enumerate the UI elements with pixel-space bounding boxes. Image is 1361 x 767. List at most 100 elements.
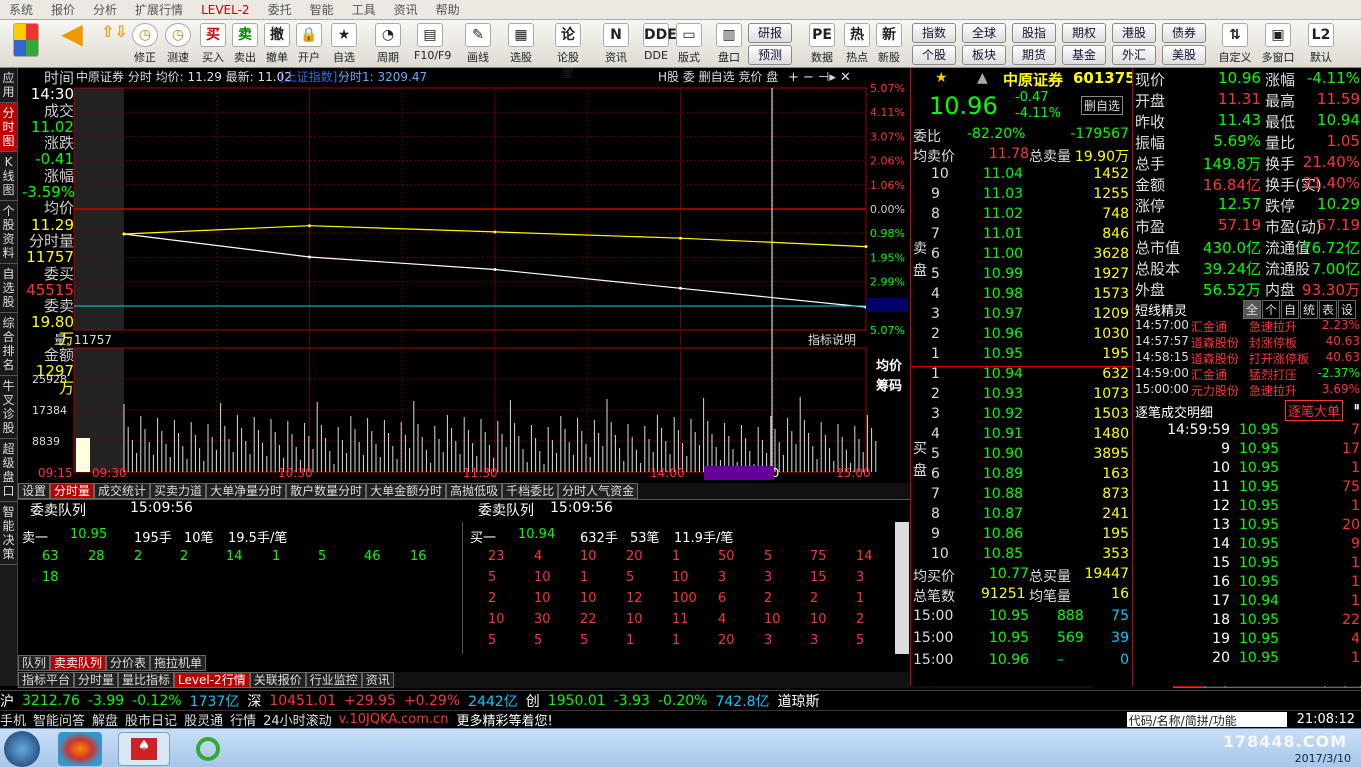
arrow-updown-icon[interactable]: ⇧⇩ [98, 22, 130, 66]
toolbar-btn-4[interactable]: ★ 自选股 [328, 22, 360, 80]
menu-item-9[interactable]: 帮助 [427, 1, 469, 18]
menu-item-0[interactable]: 系统 [0, 1, 42, 18]
sub-tab-0[interactable]: 设置 [18, 483, 51, 499]
sprite-tab-3[interactable]: 统 [1300, 300, 1319, 319]
ie-icon[interactable] [186, 732, 230, 766]
toolbar-btn-9[interactable]: 论论股堂 [552, 22, 584, 80]
sprite-tab-5[interactable]: 设 [1338, 300, 1357, 319]
status-item-5[interactable]: 行情 [230, 710, 256, 729]
sub-tab-6[interactable]: 大单金额分时 [366, 483, 447, 499]
market-btn-1[interactable]: 全球 [962, 23, 1006, 43]
market-btn-5[interactable]: 债券 [1162, 23, 1206, 43]
status-item-3[interactable]: 股市日记 [125, 710, 177, 729]
sub-tab-1[interactable]: 分时量 [50, 483, 95, 499]
sprite-row[interactable]: 14:57:57 道森股份 封涨停板 40.63 [1133, 334, 1361, 350]
toolbar-btn-10[interactable]: N 资讯 [600, 22, 632, 66]
menu-item-4[interactable]: LEVEL-2 [192, 3, 259, 17]
sub-tab-9[interactable]: 分时人气资金 [558, 483, 639, 499]
left-tab-1[interactable]: 分时图 [0, 103, 17, 152]
queue-tab-2[interactable]: 分价表 [106, 655, 151, 671]
toolbar-btn-7[interactable]: ✎ 画线 [462, 22, 494, 66]
market-btn-9[interactable]: 基金 [1062, 45, 1106, 65]
toolbar-btn-12[interactable]: ▭ 版式 [673, 22, 705, 66]
queue-tab-0[interactable]: 队列 [18, 655, 51, 671]
toolbar-btn-0[interactable]: 买买入 [197, 22, 229, 66]
big-order-btn[interactable]: 逐笔大单 [1285, 400, 1344, 421]
toolbar-btn-11[interactable]: DDE DDE [640, 22, 677, 66]
intraday-chart[interactable]: 中原证券 分时 均价: 11.29 最新: 11.02 [上证指数] 分时1: 32… [18, 68, 910, 482]
sprite-tab-2[interactable]: 自 [1281, 300, 1300, 319]
market-btn-3[interactable]: 期权 [1062, 23, 1106, 43]
left-tab-8[interactable]: 智能决策 [0, 502, 17, 565]
sub-tab-5[interactable]: 散户数量分时 [286, 483, 367, 499]
toolbar-btn-13[interactable]: ▥ 盘口 [713, 22, 745, 66]
left-tab-4[interactable]: 自选股 [0, 264, 17, 313]
toolbar-tail-2[interactable]: L2 默认 [1301, 22, 1341, 66]
toolbar-btn-1[interactable]: 卖卖出 [229, 22, 261, 66]
market-btn-7[interactable]: 板块 [962, 45, 1006, 65]
toolbar-extra-0[interactable]: ◷ 修正 [129, 22, 161, 66]
star-icon[interactable]: ★ [935, 70, 948, 86]
sprite-row[interactable]: 14:59:00 汇金通 猛烈打压 -2.37% [1133, 366, 1361, 382]
left-tab-0[interactable]: 应用 [0, 68, 17, 103]
toolbar-btn-14[interactable]: PE 数据 [806, 22, 838, 66]
left-tab-2[interactable]: K线图 [0, 152, 17, 201]
toolbar-btn-8[interactable]: ▦ 选股 [505, 22, 537, 66]
sprite-row[interactable]: 15:00:00 元力股份 急速拉升 3.69% [1133, 382, 1361, 398]
bottom-tab-2[interactable]: 量比指标 [118, 672, 175, 688]
left-tab-6[interactable]: 牛叉诊股 [0, 376, 17, 439]
sub-tab-4[interactable]: 大单净量分时 [206, 483, 287, 499]
toolbar-btn-5[interactable]: ◔ 周期 [372, 22, 404, 66]
menu-item-6[interactable]: 智能 [301, 1, 343, 18]
menu-item-1[interactable]: 报价 [42, 1, 84, 18]
queue-tab-1[interactable]: 卖卖队列 [50, 655, 107, 671]
queue-tab-3[interactable]: 拖拉机单 [150, 655, 207, 671]
sprite-tab-1[interactable]: 个 [1262, 300, 1281, 319]
status-site[interactable]: v.10JQKA.com.cn [339, 712, 449, 727]
remove-watchlist-btn[interactable]: 删自选 [1081, 96, 1124, 115]
sprite-tab-0[interactable]: 全 [1243, 300, 1262, 319]
status-item-4[interactable]: 股灵通 [184, 710, 223, 729]
toolbar-extra-1[interactable]: ◷ 测速 [162, 22, 194, 66]
bottom-tab-5[interactable]: 行业监控 [305, 672, 362, 688]
menu-item-5[interactable]: 委托 [259, 1, 301, 18]
forecast-btn[interactable]: 预测 [748, 45, 792, 65]
toolbar-btn-16[interactable]: 新新股 [873, 22, 905, 66]
sub-tab-2[interactable]: 成交统计 [94, 483, 151, 499]
pause-icon[interactable]: ⏸ [1354, 400, 1361, 415]
bell-icon[interactable]: ▲ [977, 70, 988, 86]
menu-item-7[interactable]: 工具 [343, 1, 385, 18]
sub-tab-7[interactable]: 高抛低吸 [446, 483, 503, 499]
back-arrow-icon[interactable]: ◀ [58, 20, 86, 66]
status-item-1[interactable]: 智能问答 [33, 710, 85, 729]
sprite-row[interactable]: 14:57:00 汇金通 急速拉升 2.23% [1133, 318, 1361, 334]
research-btn[interactable]: 研报 [748, 23, 792, 43]
toolbar-tail-0[interactable]: ⇅ 自定义 [1215, 22, 1255, 66]
status-item-6[interactable]: 24小时滚动 [263, 710, 332, 729]
left-tab-3[interactable]: 个股资料 [0, 201, 17, 264]
market-btn-11[interactable]: 美股 [1162, 45, 1206, 65]
sprite-row[interactable]: 14:58:15 道森股份 打开涨停板 40.63 [1133, 350, 1361, 366]
menu-item-8[interactable]: 资讯 [385, 1, 427, 18]
market-btn-6[interactable]: 个股 [912, 45, 956, 65]
market-btn-4[interactable]: 港股 [1112, 23, 1156, 43]
sub-tab-3[interactable]: 买卖力道 [150, 483, 207, 499]
bottom-tab-0[interactable]: 指标平台 [18, 672, 75, 688]
toolbar-btn-2[interactable]: 撤撤单 [261, 22, 293, 66]
search-input[interactable]: 代码/名称/简拼/功能 [1126, 712, 1287, 728]
toolbar-btn-15[interactable]: 热热点 [841, 22, 873, 66]
toolbar-btn-3[interactable]: 🔒 开户 [293, 22, 325, 66]
start-button[interactable] [4, 731, 40, 767]
menu-item-3[interactable]: 扩展行情 [126, 1, 192, 18]
toolbar-tail-1[interactable]: ▣ 多窗口 [1258, 22, 1298, 66]
market-btn-2[interactable]: 股指 [1012, 23, 1056, 43]
status-item-0[interactable]: 手机 [0, 710, 26, 729]
market-btn-8[interactable]: 期货 [1012, 45, 1056, 65]
toolbar-btn-6[interactable]: ▤ F10/F9 [414, 22, 451, 66]
market-btn-0[interactable]: 指数 [912, 23, 956, 43]
market-btn-10[interactable]: 外汇 [1112, 45, 1156, 65]
app-logo[interactable] [8, 22, 44, 66]
left-tab-5[interactable]: 综合排名 [0, 313, 17, 376]
taskbar-app-icon[interactable] [58, 732, 102, 766]
bottom-tab-3[interactable]: Level-2行情 [174, 672, 250, 688]
